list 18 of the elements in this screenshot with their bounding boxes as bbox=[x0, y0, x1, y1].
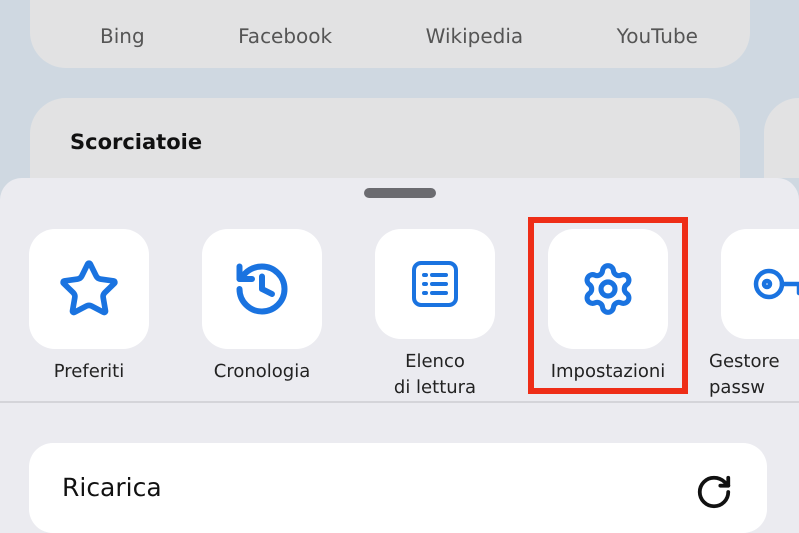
action-tile[interactable] bbox=[202, 229, 322, 349]
reload-icon bbox=[695, 473, 733, 511]
action-tile[interactable] bbox=[375, 229, 495, 339]
menu-item[interactable]: Ricarica bbox=[29, 443, 767, 533]
favorite-label[interactable]: Facebook bbox=[238, 24, 332, 48]
action-label: Elenco di lettura bbox=[394, 350, 476, 400]
action-tile[interactable] bbox=[29, 229, 149, 349]
action-label: Cronologia bbox=[214, 360, 310, 384]
action-label: Preferiti bbox=[54, 360, 124, 384]
favorite-label[interactable]: Bing bbox=[100, 24, 145, 48]
favorite-label[interactable]: YouTube bbox=[616, 24, 698, 48]
action-tile[interactable] bbox=[548, 229, 668, 349]
action-label: Gestore passw bbox=[708, 350, 780, 400]
action-label: Impostazioni bbox=[550, 360, 666, 384]
list-icon bbox=[410, 259, 460, 309]
section-title: Scorciatoie bbox=[70, 130, 202, 154]
sheet-grabber[interactable] bbox=[364, 188, 436, 198]
favorite-label[interactable]: Wikipedia bbox=[426, 24, 524, 48]
